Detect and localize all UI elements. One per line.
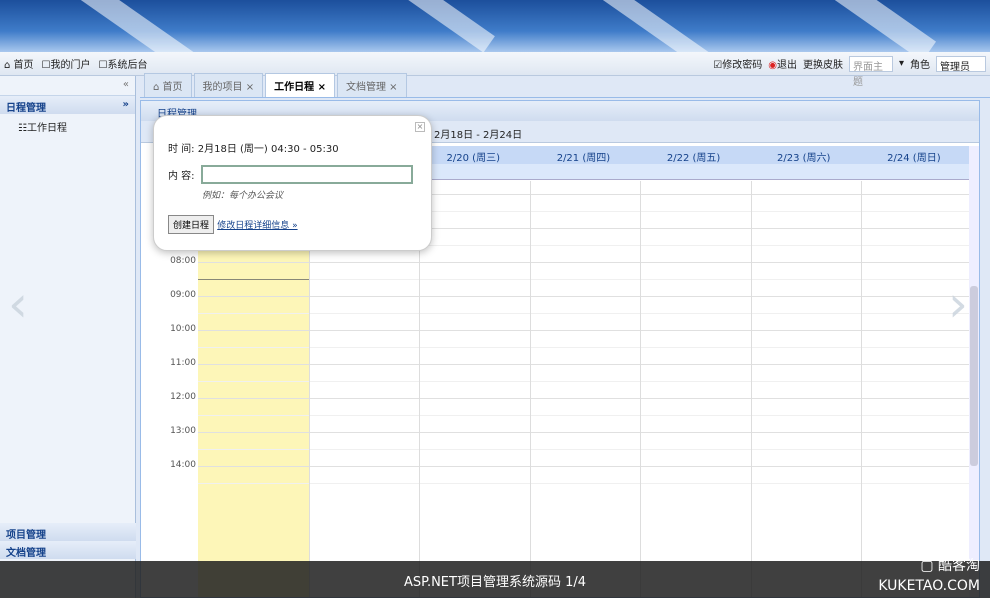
header-banner	[0, 0, 990, 52]
tab-work-schedule[interactable]: 工作日程 ×	[265, 73, 335, 97]
hour-label: 13:00	[170, 426, 196, 436]
content-label: 内 容:	[168, 171, 195, 182]
grid-line	[198, 449, 969, 450]
tab-label: 首页	[162, 82, 183, 93]
logout-label: 退出	[776, 60, 797, 71]
day-header-cell[interactable]: 2/23 (周六)	[749, 146, 859, 164]
day-divider	[529, 181, 531, 597]
watermark-url: KUKETAO.COM	[878, 578, 980, 594]
portal-link[interactable]: ☐我的门户	[42, 56, 91, 71]
logout-icon: ◉	[768, 60, 777, 71]
chevron-down-icon[interactable]: ▾	[899, 58, 904, 69]
change-password-link[interactable]: ☑修改密码	[713, 56, 762, 71]
time-value: 2月18日 (周一) 04:30 - 05:30	[197, 144, 339, 155]
grid-line	[198, 483, 969, 484]
hour-label: 10:00	[170, 324, 196, 334]
sidebar-section-title: 日程管理	[6, 103, 46, 114]
grid-line	[198, 347, 969, 348]
admin-label: 系统后台	[107, 60, 148, 71]
scrollbar-thumb[interactable]	[970, 286, 978, 466]
day-divider	[640, 181, 641, 597]
grid-line	[198, 330, 969, 331]
content-input[interactable]	[200, 165, 413, 184]
tab-label: 我的项目	[202, 82, 243, 93]
grid-line	[198, 313, 969, 314]
grid-line	[198, 364, 969, 365]
change-password-label: 修改密码	[722, 60, 763, 71]
sidebar-section-label: 文档管理	[6, 548, 46, 559]
sidebar-item-work-schedule[interactable]: ☷工作日程	[0, 114, 135, 139]
day-header-cell[interactable]: 2/21 (周四)	[528, 146, 638, 164]
watermark-logo: ▢ 酷客淘	[920, 558, 980, 574]
day-header-cell[interactable]: 2/20 (周三)	[418, 146, 528, 164]
sidebar-section-label: 项目管理	[6, 530, 46, 541]
role-select[interactable]: 管理员	[936, 55, 986, 73]
caption-text: ASP.NET项目管理系统源码 1/4	[403, 575, 587, 590]
collapse-icon[interactable]: »	[123, 99, 129, 111]
tab-bar: ⌂ 首页 我的项目 × 工作日程 × 文档管理 ×	[140, 73, 990, 98]
edit-details-link[interactable]: 修改日程详细信息 »	[217, 221, 297, 231]
portal-label: 我的门户	[50, 60, 91, 71]
admin-link[interactable]: ☐系统后台	[99, 56, 148, 71]
hour-label: 12:00	[170, 392, 196, 402]
role-label: 角色	[910, 60, 930, 71]
grid-line	[198, 432, 969, 433]
watermark-name: 酷客淘	[938, 558, 980, 574]
grid-line	[198, 398, 969, 399]
tab-home[interactable]: ⌂ 首页	[144, 73, 192, 97]
tab-documents[interactable]: 文档管理 ×	[336, 73, 407, 97]
logout-link[interactable]: ◉退出	[768, 56, 797, 71]
new-event-popup: × 时 间: 2月18日 (周一) 04:30 - 05:30 内 容: 例如：…	[153, 115, 432, 251]
sidebar-section-projects[interactable]: 项目管理	[0, 523, 136, 541]
previous-arrow-icon[interactable]: ‹	[8, 275, 28, 333]
grid-line	[198, 279, 969, 280]
current-time-line	[198, 279, 309, 280]
day-header-cell[interactable]: 2/24 (周日)	[859, 146, 969, 164]
day-header-cell[interactable]: 2/22 (周五)	[639, 146, 749, 164]
skin-select[interactable]: 界面主题	[848, 55, 893, 88]
home-link[interactable]: ⌂ 首页	[4, 56, 34, 71]
day-divider	[750, 181, 752, 597]
close-icon[interactable]: ×	[415, 122, 425, 132]
sidebar-section-header[interactable]: 日程管理 »	[0, 96, 135, 114]
hour-label: 14:00	[170, 460, 196, 470]
tab-my-projects[interactable]: 我的项目 ×	[193, 73, 264, 97]
sidebar: « 日程管理 » ☷工作日程 项目管理 文档管理	[0, 76, 136, 598]
home-label: 首页	[13, 60, 34, 71]
grid-line	[198, 466, 969, 467]
tab-label: 文档管理	[345, 82, 386, 93]
hour-label: 09:00	[170, 290, 196, 300]
grid-line	[198, 415, 969, 416]
sidebar-item-label: 工作日程	[26, 123, 67, 134]
day-divider	[861, 181, 862, 597]
next-arrow-icon[interactable]: ›	[948, 275, 968, 333]
content-hint: 例如：每个办公会议	[202, 191, 284, 201]
scrollbar[interactable]	[969, 146, 979, 597]
hour-label: 08:00	[170, 256, 196, 266]
collapse-sidebar-button[interactable]: «	[0, 76, 135, 96]
grid-line	[198, 296, 969, 297]
skin-label: 更换皮肤	[802, 60, 843, 71]
caption-bar: ASP.NET项目管理系统源码 1/4 ▢ 酷客淘 KUKETAO.COM	[0, 558, 990, 598]
sidebar-section-docs[interactable]: 文档管理	[0, 541, 136, 559]
time-label: 时 间:	[168, 144, 195, 155]
grid-line	[198, 381, 969, 382]
grid-line	[198, 262, 969, 263]
hour-label: 11:00	[170, 358, 196, 368]
tab-label: 工作日程	[274, 82, 315, 93]
create-event-button[interactable]: 创建日程	[168, 215, 215, 234]
